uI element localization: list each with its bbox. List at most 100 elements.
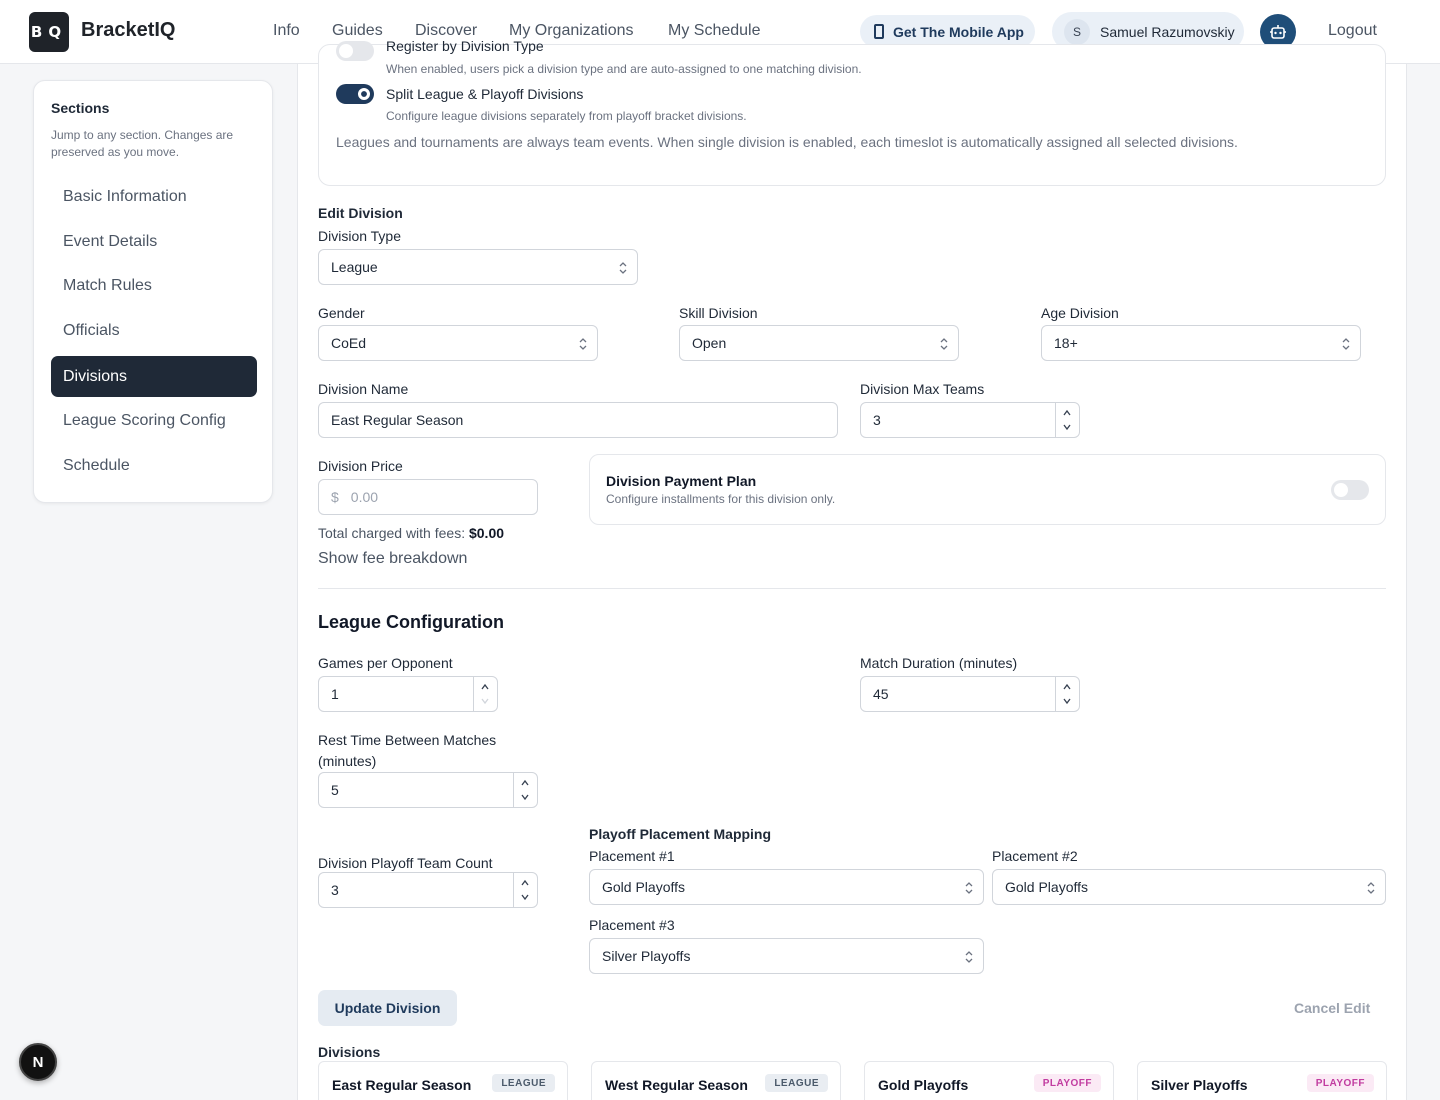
division-card-east-regular-season[interactable]: East Regular Season LEAGUE — [318, 1061, 568, 1100]
division-max-teams-label: Division Max Teams — [860, 381, 985, 397]
number-stepper[interactable] — [513, 773, 537, 807]
divisions-panel: Register by Division Type When enabled, … — [297, 38, 1407, 1100]
chevron-up-icon[interactable] — [521, 779, 529, 787]
nav-guides[interactable]: Guides — [332, 22, 383, 40]
currency-symbol: $ — [331, 489, 339, 505]
playoff-team-count-label: Division Playoff Team Count — [318, 855, 493, 871]
gender-select[interactable]: CoEd — [318, 325, 598, 361]
skill-division-label: Skill Division — [679, 305, 758, 321]
register-by-type-toggle[interactable] — [336, 41, 374, 61]
age-division-label: Age Division — [1041, 305, 1119, 321]
select-chevron-icon — [940, 338, 948, 350]
placement-3-value: Silver Playoffs — [602, 948, 691, 964]
sidebar-item-league-scoring-config[interactable]: League Scoring Config — [51, 400, 257, 441]
sidebar-item-officials[interactable]: Officials — [51, 310, 257, 351]
division-card-gold-playoffs[interactable]: Gold Playoffs PLAYOFF — [864, 1061, 1114, 1100]
chevron-down-icon[interactable] — [481, 697, 489, 705]
chevron-down-icon[interactable] — [1063, 697, 1071, 705]
division-price-label: Division Price — [318, 458, 403, 474]
robot-icon — [1270, 25, 1286, 39]
chevron-down-icon[interactable] — [521, 793, 529, 801]
cancel-edit-button[interactable]: Cancel Edit — [1294, 1000, 1370, 1016]
division-price-input[interactable]: $ 0.00 — [318, 479, 538, 515]
match-duration-input[interactable]: 45 — [860, 676, 1080, 712]
total-with-fees-value: $0.00 — [468, 525, 505, 541]
gender-value: CoEd — [331, 335, 367, 351]
payment-plan-toggle[interactable] — [1331, 480, 1369, 500]
payment-plan-title: Division Payment Plan — [606, 473, 757, 489]
division-type-label: Division Type — [318, 228, 402, 244]
select-chevron-icon — [1342, 338, 1350, 350]
placement-1-label: Placement #1 — [589, 848, 675, 864]
division-name-value: East Regular Season — [331, 412, 464, 428]
chevron-up-icon[interactable] — [1063, 683, 1071, 691]
skill-division-select[interactable]: Open — [679, 325, 959, 361]
sidebar-item-event-details[interactable]: Event Details — [51, 221, 257, 262]
chevron-down-icon[interactable] — [521, 893, 529, 901]
chevron-up-icon[interactable] — [521, 879, 529, 887]
division-type-badge: LEAGUE — [492, 1074, 555, 1092]
division-name-input[interactable]: East Regular Season — [318, 402, 838, 438]
division-max-teams-value: 3 — [873, 412, 881, 428]
sidebar-item-basic-information[interactable]: Basic Information — [51, 176, 257, 217]
division-name-label: Division Name — [318, 381, 409, 397]
division-card-name: East Regular Season — [332, 1077, 472, 1093]
team-events-note: Leagues and tournaments are always team … — [336, 134, 1238, 150]
placement-2-select[interactable]: Gold Playoffs — [992, 869, 1386, 905]
divisions-list-heading: Divisions — [318, 1044, 381, 1060]
division-max-teams-input[interactable]: 3 — [860, 402, 1080, 438]
nav-my-schedule[interactable]: My Schedule — [668, 22, 761, 40]
payment-plan-description: Configure installments for this division… — [606, 492, 836, 506]
placement-1-select[interactable]: Gold Playoffs — [589, 869, 984, 905]
age-division-select[interactable]: 18+ — [1041, 325, 1361, 361]
playoff-team-count-input[interactable]: 3 — [318, 872, 538, 908]
placement-3-select[interactable]: Silver Playoffs — [589, 938, 984, 974]
sidebar-item-divisions[interactable]: Divisions — [51, 356, 257, 397]
phone-icon — [874, 24, 884, 39]
division-card-west-regular-season[interactable]: West Regular Season LEAGUE — [591, 1061, 841, 1100]
rest-time-input[interactable]: 5 — [318, 772, 538, 808]
division-type-select[interactable]: League — [318, 249, 638, 285]
gender-label: Gender — [318, 305, 365, 321]
games-per-opponent-input[interactable]: 1 — [318, 676, 498, 712]
sidebar-item-match-rules[interactable]: Match Rules — [51, 265, 257, 306]
skill-division-value: Open — [692, 335, 727, 351]
dev-tools-badge[interactable]: N — [19, 1043, 57, 1081]
split-divisions-description: Configure league divisions separately fr… — [386, 109, 747, 123]
edit-division-heading: Edit Division — [318, 205, 403, 221]
division-price-placeholder: 0.00 — [350, 489, 379, 505]
placement-2-value: Gold Playoffs — [1005, 879, 1089, 895]
placement-3-label: Placement #3 — [589, 917, 675, 933]
split-divisions-toggle[interactable] — [336, 84, 374, 104]
sidebar-item-schedule[interactable]: Schedule — [51, 445, 257, 486]
division-type-badge: PLAYOFF — [1306, 1074, 1374, 1092]
chevron-up-icon[interactable] — [1063, 409, 1071, 417]
update-division-button[interactable]: Update Division — [318, 990, 457, 1026]
nav-info[interactable]: Info — [273, 22, 300, 40]
brand-name[interactable]: BracketIQ — [81, 19, 176, 42]
division-payment-plan-card: Division Payment Plan Configure installm… — [589, 454, 1386, 525]
division-card-silver-playoffs[interactable]: Silver Playoffs PLAYOFF — [1137, 1061, 1387, 1100]
playoff-team-count-value: 3 — [331, 882, 339, 898]
show-fee-breakdown-link[interactable]: Show fee breakdown — [318, 550, 467, 568]
division-type-badge: LEAGUE — [765, 1074, 828, 1092]
select-chevron-icon — [579, 338, 587, 350]
logout-link[interactable]: Logout — [1328, 22, 1377, 40]
chevron-up-icon[interactable] — [481, 683, 489, 691]
avatar: S — [1064, 18, 1090, 45]
division-card-name: Gold Playoffs — [878, 1077, 969, 1093]
number-stepper[interactable] — [1055, 403, 1079, 437]
register-by-type-label: Register by Division Type — [386, 38, 544, 54]
match-duration-value: 45 — [873, 686, 889, 702]
number-stepper[interactable] — [1055, 677, 1079, 711]
number-stepper[interactable] — [513, 873, 537, 907]
division-settings-card: Register by Division Type When enabled, … — [318, 38, 1386, 186]
user-name: Samuel Razumovskiy — [1100, 23, 1235, 40]
bracketiq-logo[interactable]: BQ — [29, 12, 69, 52]
section-divider — [318, 588, 1386, 589]
number-stepper[interactable] — [473, 677, 497, 711]
chevron-down-icon[interactable] — [1063, 423, 1071, 431]
logo-text: BQ — [30, 23, 68, 41]
rest-time-value: 5 — [331, 782, 339, 798]
sidebar-title: Sections — [51, 100, 110, 116]
